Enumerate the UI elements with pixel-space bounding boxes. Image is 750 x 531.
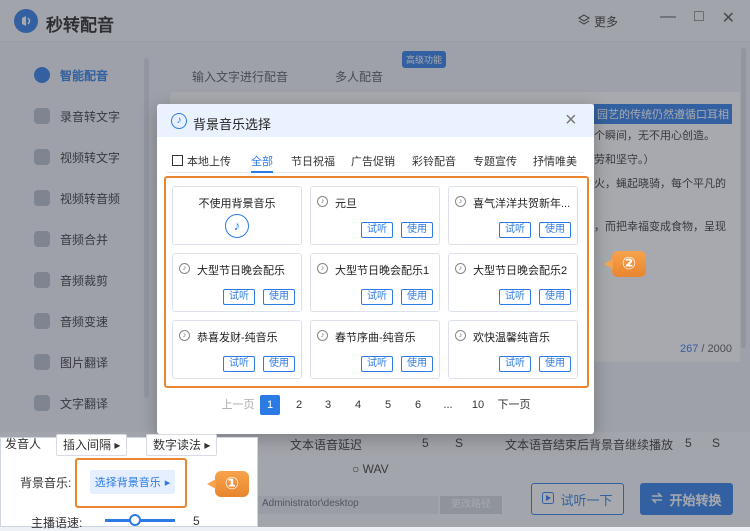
speed-label: 主播语速: — [31, 516, 83, 530]
category-tabs: 本地上传 全部 节日祝福 广告促销 彩铃配音 专题宣传 抒情唯美 — [167, 149, 584, 173]
insert-pause-button[interactable]: 插入间隔 ▸ — [56, 434, 128, 456]
tab-promotion[interactable]: 广告促销 — [351, 153, 395, 169]
callout-two: ② — [604, 251, 646, 277]
tab-ringtone[interactable]: 彩铃配音 — [412, 153, 456, 169]
close-icon[interactable]: × — [565, 109, 577, 132]
number-read-button[interactable]: 数字读法 ▸ — [146, 434, 218, 456]
modal-title: 背景音乐选择 — [193, 117, 272, 132]
modal-header: ♪ 背景音乐选择 × — [157, 104, 594, 137]
page-ellipsis: ... — [443, 399, 453, 411]
page-button[interactable]: 4 — [348, 395, 368, 415]
page-button[interactable]: 6 — [408, 395, 428, 415]
page-button[interactable]: 1 — [260, 395, 280, 415]
page-button[interactable]: 5 — [378, 395, 398, 415]
tab-all[interactable]: 全部 — [251, 153, 273, 173]
tab-lyrical[interactable]: 抒情唯美 — [533, 153, 577, 169]
page-button[interactable]: 2 — [289, 395, 309, 415]
prev-page-button[interactable]: 上一页 — [221, 395, 255, 415]
next-page-button[interactable]: 下一页 — [497, 395, 531, 415]
insert-pause-label: 插入间隔 — [63, 438, 112, 452]
tab-festival[interactable]: 节日祝福 — [291, 153, 335, 169]
bgm-label: 背景音乐: — [20, 476, 72, 490]
cards-highlight-box — [164, 176, 589, 388]
number-read-label: 数字读法 — [153, 438, 202, 452]
tab-special[interactable]: 专题宣传 — [473, 153, 517, 169]
speaker-select[interactable]: 发音人 — [0, 434, 47, 456]
tab-local-upload[interactable]: 本地上传 — [172, 153, 231, 169]
music-note-icon: ♪ — [171, 113, 187, 129]
callout-one: ① — [207, 471, 249, 497]
page-button[interactable]: 10 — [468, 395, 488, 415]
bgm-highlight-box — [75, 458, 187, 508]
tab-label: 本地上传 — [187, 156, 231, 168]
page-button[interactable]: 3 — [318, 395, 338, 415]
speed-value: 5 — [193, 514, 200, 528]
speed-slider-handle[interactable] — [129, 514, 141, 526]
upload-icon — [172, 155, 183, 166]
